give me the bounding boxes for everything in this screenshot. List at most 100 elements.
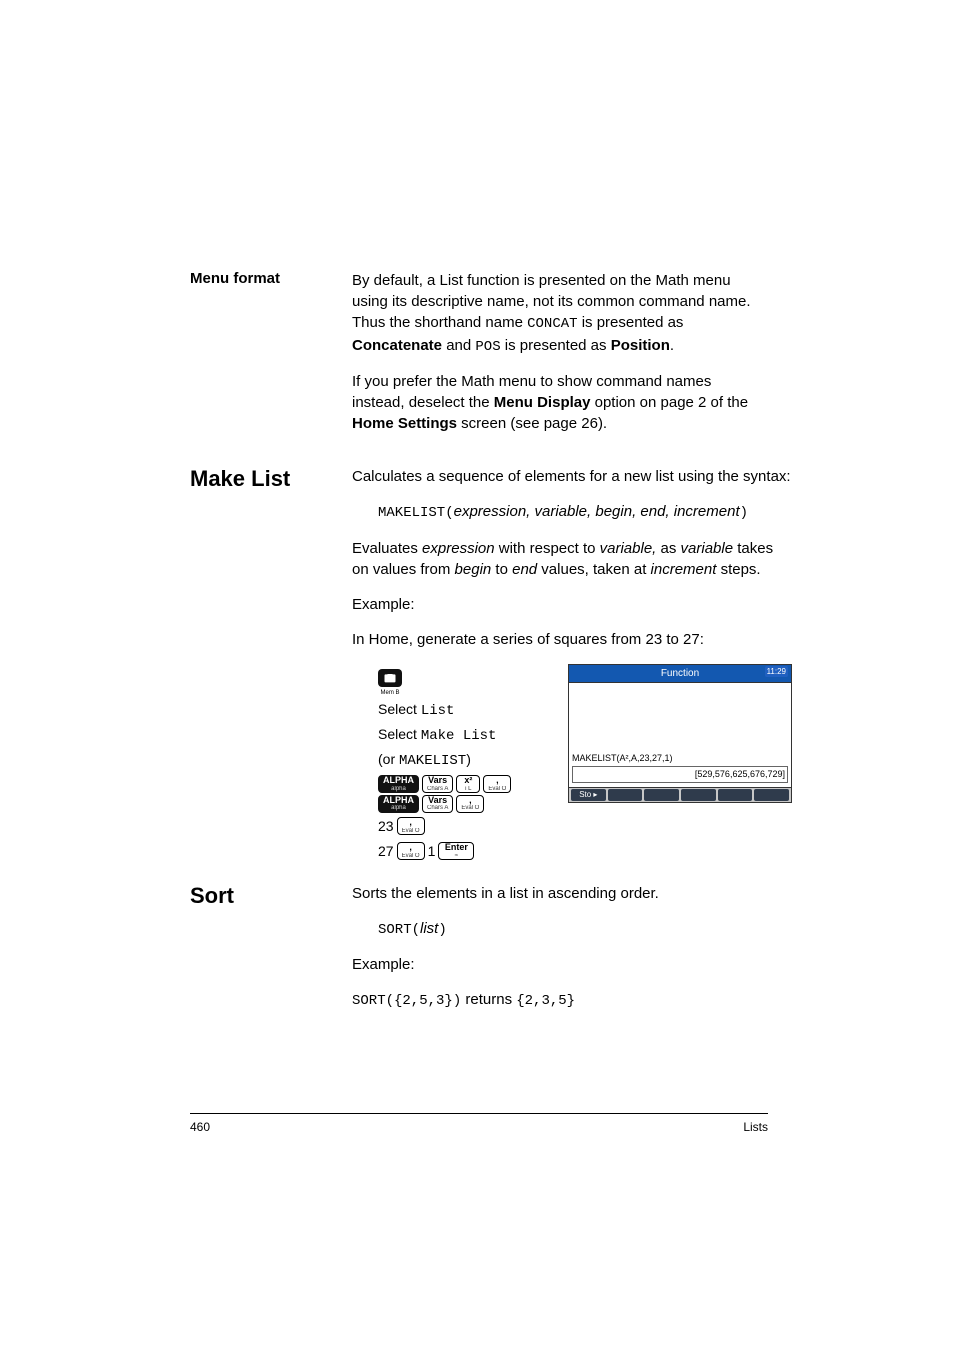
text: as	[656, 540, 680, 557]
calc-menu-blank	[644, 789, 679, 801]
code: MAKELIST(	[378, 505, 454, 521]
text: (or	[378, 751, 399, 767]
page-content: Menu format By default, a List function …	[190, 270, 768, 1044]
key-main: ,	[402, 818, 420, 827]
bold-position: Position	[611, 337, 670, 354]
ital: begin	[455, 561, 492, 578]
key-main: x²	[461, 776, 475, 785]
text: with respect to	[495, 540, 600, 557]
toolbox-sub: Mem B	[378, 690, 402, 696]
key-sub: Chars A	[427, 786, 448, 792]
key-sub: alpha	[383, 786, 414, 792]
vars-key-icon: VarsChars A	[422, 775, 453, 793]
section-menu-format: Menu format By default, a List function …	[190, 270, 768, 448]
text: )	[466, 751, 471, 767]
calc-menu: Sto ▸	[569, 787, 791, 802]
code: Make List	[421, 728, 497, 744]
calc-result: [529,576,625,676,729]	[572, 766, 788, 783]
key-sub: ≈	[443, 853, 469, 859]
make-list-desc: Evaluates expression with respect to var…	[352, 538, 792, 580]
enter-key-icon: Enter≈	[438, 842, 474, 860]
step-toolbox: Mem B	[378, 666, 558, 696]
vars-key-icon: VarsChars A	[422, 795, 453, 813]
page-number: 460	[190, 1120, 210, 1134]
text: is presented as	[578, 314, 684, 331]
section-name: Lists	[743, 1120, 768, 1134]
toolbox-icon	[378, 669, 402, 687]
code-concat: CONCAT	[527, 316, 577, 332]
code: MAKELIST	[399, 753, 466, 769]
section-label: Menu format	[190, 270, 352, 287]
key-sub: alpha	[383, 805, 414, 811]
text: returns	[461, 991, 516, 1008]
section-label: Make List	[190, 466, 352, 492]
calc-time: 11:29	[765, 666, 788, 677]
calc-header: Function 11:29	[569, 665, 791, 683]
calc-sto-button: Sto ▸	[571, 789, 606, 801]
num-27: 27	[378, 840, 394, 863]
example-label: Example:	[352, 594, 792, 615]
steps-col: Mem B Select List Select Make List (or M…	[378, 664, 558, 865]
comma-key-icon: ,Eval O	[397, 817, 425, 835]
text: and	[442, 337, 475, 354]
key-sub: Eval O	[402, 853, 420, 859]
calc-body: MAKELIST(A²,A,23,27,1) [529,576,625,676,…	[569, 683, 791, 787]
comma-key-icon: ,Eval O	[397, 842, 425, 860]
code: {2,3,5}	[516, 993, 575, 1009]
text: to	[491, 561, 512, 578]
step-or: (or MAKELIST)	[378, 748, 558, 773]
text: is presented as	[501, 337, 611, 354]
key-sub: Eval O	[488, 786, 506, 792]
text: .	[670, 337, 674, 354]
code: List	[421, 703, 455, 719]
section-body: Sorts the elements in a list in ascendin…	[352, 883, 768, 1026]
key-main: Vars	[427, 776, 448, 785]
key-main: Enter	[443, 843, 469, 852]
key-sub: i L	[461, 786, 475, 792]
text: screen (see page 26).	[457, 415, 607, 432]
step-keys-4: 27 ,Eval O 1 Enter≈	[378, 840, 558, 863]
sort-intro: Sorts the elements in a list in ascendin…	[352, 883, 768, 904]
calculator-screenshot: Function 11:29 MAKELIST(A²,A,23,27,1) [5…	[568, 664, 792, 803]
step-keys-3: 23 ,Eval O	[378, 815, 558, 838]
key-main: ,	[488, 776, 506, 785]
make-list-intro: Calculates a sequence of elements for a …	[352, 466, 792, 487]
example-text: In Home, generate a series of squares fr…	[352, 629, 792, 650]
calc-menu-blank	[754, 789, 789, 801]
step-keys-1: ALPHAalpha VarsChars A x²i L ,Eval O	[378, 775, 558, 793]
syntax-param: list	[420, 920, 438, 937]
calc-menu-blank	[608, 789, 643, 801]
key-sub: Eval O	[402, 828, 420, 834]
ital: end	[512, 561, 537, 578]
sort-syntax: SORT(list)	[352, 918, 768, 941]
comma-key-icon: ,Eval O	[456, 795, 484, 813]
section-label-col: Menu format	[190, 270, 352, 448]
ital: variable,	[600, 540, 657, 557]
section-body: By default, a List function is presented…	[352, 270, 768, 448]
step-keys-2: ALPHAalpha VarsChars A ,Eval O	[378, 795, 558, 813]
code: SORT({2,5,3})	[352, 993, 461, 1009]
text: Evaluates	[352, 540, 422, 557]
key-main: ALPHA	[383, 776, 414, 785]
menu-format-p1: By default, a List function is presented…	[352, 270, 768, 357]
section-label: Sort	[190, 883, 352, 909]
section-label-col: Make List	[190, 466, 352, 865]
ital: expression	[422, 540, 495, 557]
step-select-list: Select List	[378, 698, 558, 723]
section-make-list: Make List Calculates a sequence of eleme…	[190, 466, 768, 865]
xsquared-key-icon: x²i L	[456, 775, 480, 793]
bold-concatenate: Concatenate	[352, 337, 442, 354]
code: )	[438, 922, 446, 938]
section-body: Calculates a sequence of elements for a …	[352, 466, 792, 865]
key-main: ,	[461, 796, 479, 805]
key-main: ALPHA	[383, 796, 414, 805]
section-label-col: Sort	[190, 883, 352, 1026]
page-footer: 460 Lists	[190, 1113, 768, 1134]
code: SORT(	[378, 922, 420, 938]
make-list-syntax: MAKELIST(expression, variable, begin, en…	[352, 501, 792, 524]
ital: variable	[681, 540, 734, 557]
text: Select	[378, 701, 421, 717]
key-sub: Eval O	[461, 805, 479, 811]
calc-menu-blank	[718, 789, 753, 801]
text: option on page 2 of the	[590, 394, 748, 411]
